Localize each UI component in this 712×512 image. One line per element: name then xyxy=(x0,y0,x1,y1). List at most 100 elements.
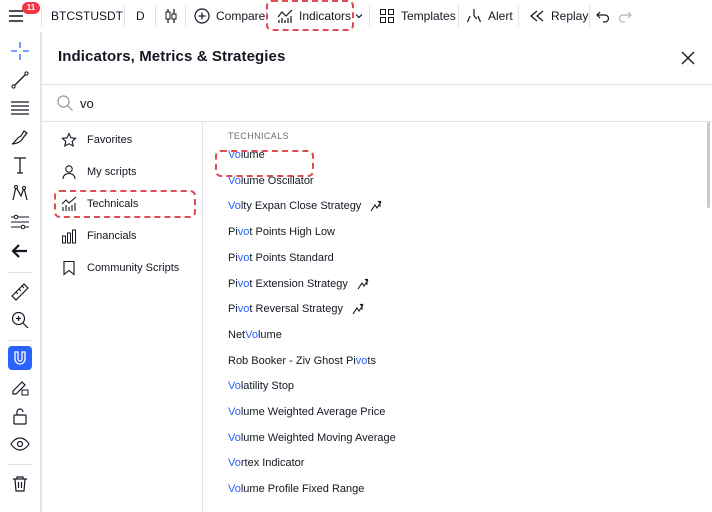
result-match-highlight: Vo xyxy=(228,149,241,161)
rewind-icon xyxy=(528,7,546,25)
close-button[interactable] xyxy=(678,48,698,68)
toolbar-divider xyxy=(458,5,459,27)
templates-label: Templates xyxy=(401,9,456,23)
result-match-highlight: Vo xyxy=(245,328,258,341)
result-item[interactable]: Pi vo t Points Standard xyxy=(228,246,334,270)
toolbar-divider xyxy=(518,5,519,27)
hamburger-icon xyxy=(8,9,24,23)
drawing-toolbar xyxy=(0,32,41,512)
category-favorites[interactable]: Favorites xyxy=(54,127,198,153)
alert-button[interactable]: Alert xyxy=(465,0,513,32)
strategy-icon xyxy=(369,199,383,213)
result-text-after: ts xyxy=(367,354,376,367)
result-text-before: Net xyxy=(228,328,246,341)
toolbar-divider xyxy=(266,5,267,27)
replay-button[interactable]: Replay xyxy=(528,0,588,32)
sliders-icon xyxy=(10,212,30,232)
arrow-left-icon xyxy=(11,242,29,260)
redo-icon xyxy=(618,9,632,23)
result-match-highlight: vo xyxy=(237,251,250,264)
result-text-after: t Extension Strategy xyxy=(249,277,348,290)
result-item[interactable]: Net Vo lume xyxy=(228,323,282,347)
alarm-icon xyxy=(465,7,483,25)
category-label: Financials xyxy=(87,230,137,242)
category-label: Favorites xyxy=(87,134,133,146)
bars-icon xyxy=(60,227,78,245)
result-match-highlight: vo xyxy=(355,354,368,367)
fib-tool[interactable] xyxy=(8,96,32,120)
forecast-tool[interactable] xyxy=(8,210,32,234)
lock-drawings-edit-button[interactable] xyxy=(8,375,32,399)
result-item[interactable]: Pi vo t Extension Strategy xyxy=(228,272,370,296)
category-technicals[interactable]: Technicals xyxy=(54,191,198,217)
result-text-after: lume xyxy=(257,328,282,341)
chart-type-button[interactable] xyxy=(163,0,179,32)
result-text-before: Pi xyxy=(228,226,238,239)
category-financials[interactable]: Financials xyxy=(54,223,198,249)
result-item[interactable]: Pi vo t Points High Low xyxy=(228,220,335,244)
result-match-highlight: Vo xyxy=(228,483,241,496)
result-item[interactable]: Vo lume Weighted Average Price xyxy=(228,400,385,424)
compare-label: Compare xyxy=(216,9,266,23)
pattern-tool[interactable] xyxy=(8,181,32,205)
magnet-mode-button[interactable] xyxy=(8,346,32,370)
measure-tool[interactable] xyxy=(8,280,32,304)
results-heading: TECHNICALS xyxy=(228,131,290,141)
interval-button[interactable]: D xyxy=(136,0,145,32)
crosshair-icon xyxy=(10,41,30,61)
result-match-highlight: Vo xyxy=(228,431,241,444)
templates-button[interactable]: Templates xyxy=(378,0,456,32)
trend-line-tool[interactable] xyxy=(8,68,32,92)
crosshair-tool[interactable] xyxy=(8,39,32,63)
category-label: Community Scripts xyxy=(87,262,180,274)
result-item[interactable]: Vo lty Expan Close Strategy xyxy=(228,194,383,218)
result-item[interactable]: Vo lume xyxy=(228,143,265,167)
result-item[interactable]: Vo rtex Indicator xyxy=(228,451,304,475)
results-list: TECHNICALS Vo lume Vo lume Oscillator Vo lty … xyxy=(203,121,703,512)
symbol-button[interactable]: BTCSTUSDT xyxy=(51,0,123,32)
result-match-highlight: Vo xyxy=(228,457,241,470)
redo-button[interactable] xyxy=(618,0,632,32)
result-item[interactable]: Vo lume Profile Fixed Range xyxy=(228,477,364,501)
back-button[interactable] xyxy=(8,239,32,263)
result-item[interactable]: Vo lume Oscillator xyxy=(228,169,314,193)
result-item[interactable]: Vo latility Stop xyxy=(228,374,294,398)
result-item[interactable]: Pi vo t Reversal Strategy xyxy=(228,297,365,321)
strategy-icon xyxy=(351,302,365,316)
trash-icon xyxy=(11,475,29,493)
search-input[interactable] xyxy=(80,92,680,114)
category-list: Favorites My scripts Technicals Financia… xyxy=(42,121,203,512)
compare-button[interactable]: Compare xyxy=(193,0,265,32)
undo-button[interactable] xyxy=(596,0,610,32)
result-text-after: lty Expan Close Strategy xyxy=(240,200,362,213)
result-text-before: Pi xyxy=(228,277,238,290)
indicators-button[interactable]: Indicators xyxy=(276,0,351,32)
bookmark-icon xyxy=(60,259,78,277)
pencil-lock-icon xyxy=(10,377,30,397)
result-match-highlight: Vo xyxy=(228,380,241,393)
lock-button[interactable] xyxy=(8,404,32,428)
brush-icon xyxy=(10,127,30,147)
top-toolbar: 11 BTCSTUSDT D Compare Indicators Templa… xyxy=(0,0,712,33)
result-match-highlight: Vo xyxy=(228,200,241,213)
toolbar-divider xyxy=(185,5,186,27)
brush-tool[interactable] xyxy=(8,125,32,149)
horizontal-lines-icon xyxy=(10,98,30,118)
result-match-highlight: Vo xyxy=(228,406,241,418)
results-scrollbar[interactable] xyxy=(707,122,710,208)
remove-drawings-button[interactable] xyxy=(8,472,32,496)
indicators-dropdown-button[interactable] xyxy=(354,0,364,32)
symbol-label: BTCSTUSDT xyxy=(51,9,123,23)
interval-label: D xyxy=(136,9,145,23)
visibility-button[interactable] xyxy=(8,432,32,456)
indicators-label: Indicators xyxy=(299,9,352,23)
zoom-tool[interactable] xyxy=(8,308,32,332)
toolbar-divider xyxy=(8,272,32,273)
text-tool[interactable] xyxy=(8,153,32,177)
text-icon xyxy=(10,155,30,175)
result-item[interactable]: Vo lume Weighted Moving Average xyxy=(228,426,396,450)
result-item[interactable]: Rob Booker - Ziv Ghost Pi vo ts xyxy=(228,349,376,373)
category-community-scripts[interactable]: Community Scripts xyxy=(54,255,198,281)
category-my-scripts[interactable]: My scripts xyxy=(54,159,198,185)
result-match-highlight: vo xyxy=(237,277,250,290)
